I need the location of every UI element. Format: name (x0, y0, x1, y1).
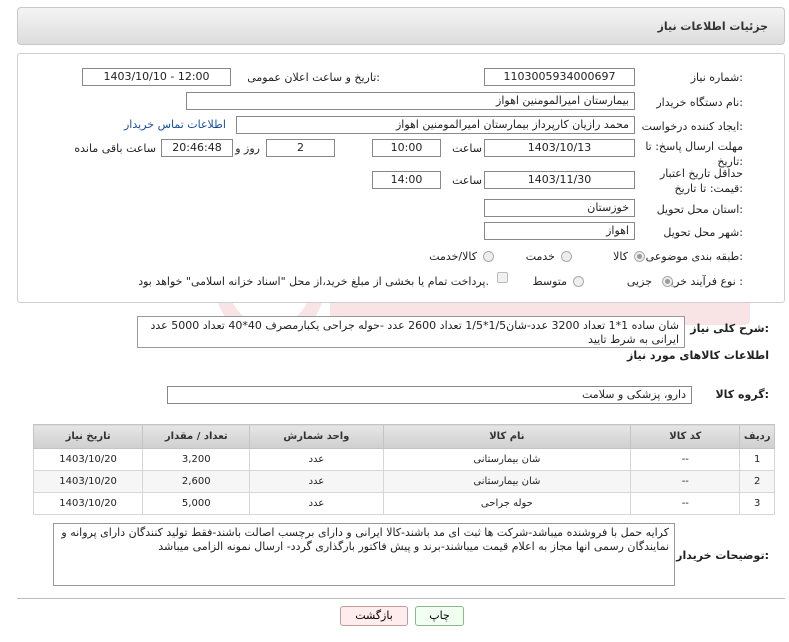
cell-date: 1403/10/20 (32, 470, 144, 493)
goods-section-title: اطلاعات کالاهای مورد نیاز (627, 349, 769, 362)
buyer-notes-text: کرایه حمل با فروشنده میباشد-شرکت ها ثبت … (53, 523, 675, 586)
category-both-radio[interactable] (483, 251, 494, 262)
remaining-time-field: 20:46:48 (161, 139, 233, 157)
col-unit: واحد شمارش (249, 424, 384, 449)
goods-group-field: دارو، پزشکی و سلامت (167, 386, 692, 404)
need-number-field: 1103005934000697 (484, 68, 635, 86)
price-validity-label: حداقل تاریخ اعتبار قیمت: تا تاریخ: (659, 167, 743, 195)
print-button[interactable]: چاپ (415, 606, 464, 626)
validity-time-label: ساعت (452, 174, 482, 187)
remaining-time-label: ساعت باقی مانده (74, 142, 156, 155)
col-date: تاریخ نیاز (32, 424, 144, 449)
cell-code: -- (630, 492, 741, 515)
cell-date: 1403/10/20 (32, 492, 144, 515)
process-medium-label: متوسط (532, 275, 567, 288)
announce-date-label: تاریخ و ساعت اعلان عمومی: (247, 71, 380, 84)
table-header-row: ردیف کد کالا نام کالا واحد شمارش تعداد /… (32, 424, 775, 449)
cell-qty: 5,000 (142, 492, 251, 515)
category-goods-radio[interactable] (634, 251, 645, 262)
cell-code: -- (630, 470, 741, 493)
category-service-label: خدمت (525, 250, 555, 263)
table-row: 3 -- حوله جراحی عدد 5,000 1403/10/20 (32, 492, 775, 515)
cell-date: 1403/10/20 (32, 448, 144, 471)
cell-row: 1 (739, 448, 775, 471)
buyer-notes-label: توضیحات خریدار: (676, 549, 769, 562)
remaining-days-field: 2 (266, 139, 335, 157)
validity-date-field: 1403/11/30 (484, 171, 635, 189)
cell-unit: عدد (249, 470, 384, 493)
cell-qty: 3,200 (142, 448, 251, 471)
category-both-label: کالا/خدمت (429, 250, 477, 263)
table-row: 1 -- شان بیمارستانی عدد 3,200 1403/10/20 (32, 448, 775, 471)
buyer-org-field: بیمارستان امیرالمومنین اهواز (186, 92, 635, 110)
col-qty: تعداد / مقدار (142, 424, 251, 449)
process-type-label: نوع فرآیند خرید : (665, 275, 743, 288)
cell-qty: 2,600 (142, 470, 251, 493)
cell-name: شان بیمارستانی (382, 470, 632, 493)
process-medium-radio[interactable] (573, 276, 584, 287)
footer-divider (17, 598, 785, 599)
table-row: 2 -- شان بیمارستانی عدد 2,600 1403/10/20 (32, 470, 775, 493)
category-label: طبقه بندی موضوعی: (645, 250, 743, 263)
creator-field: محمد رازیان کارپرداز بیمارستان امیرالموم… (236, 116, 635, 134)
city-field: اهواز (484, 222, 635, 240)
reply-time-label: ساعت (452, 142, 482, 155)
page-header: جزئیات اطلاعات نیاز (17, 7, 785, 45)
remaining-days-label: روز و (235, 142, 260, 155)
reply-date-field: 1403/10/13 (484, 139, 635, 157)
province-label: استان محل تحویل: (656, 203, 743, 216)
cell-row: 2 (739, 470, 775, 493)
cell-code: -- (630, 448, 741, 471)
announce-date-field: 1403/10/10 - 12:00 (82, 68, 231, 86)
col-code: کد کالا (630, 424, 741, 449)
category-goods-label: کالا (613, 250, 628, 263)
cell-name: حوله جراحی (382, 492, 632, 515)
treasury-payment-checkbox[interactable] (497, 272, 508, 283)
province-field: خوزستان (484, 199, 635, 217)
creator-label: ایجاد کننده درخواست: (641, 120, 743, 133)
back-button[interactable]: بازگشت (340, 606, 408, 626)
validity-time-field: 14:00 (372, 171, 441, 189)
summary-text: شان ساده 1*1 تعداد 3200 عدد-شان1/5*1/5 ت… (137, 316, 685, 348)
goods-table: ردیف کد کالا نام کالا واحد شمارش تعداد /… (32, 424, 775, 515)
buyer-contact-link[interactable]: اطلاعات تماس خریدار (124, 118, 226, 131)
page-title: جزئیات اطلاعات نیاز (657, 20, 769, 33)
goods-group-label: گروه کالا: (715, 388, 769, 401)
cell-name: شان بیمارستانی (382, 448, 632, 471)
cell-unit: عدد (249, 492, 384, 515)
cell-unit: عدد (249, 448, 384, 471)
col-name: نام کالا (382, 424, 632, 449)
category-service-radio[interactable] (561, 251, 572, 262)
need-number-label: شماره نیاز: (690, 71, 743, 84)
city-label: شهر محل تحویل: (663, 226, 743, 239)
treasury-payment-note: پرداخت تمام یا بخشی از مبلغ خرید،از محل … (138, 275, 489, 288)
cell-row: 3 (739, 492, 775, 515)
process-small-radio[interactable] (662, 276, 673, 287)
summary-label: شرح کلی نیاز: (690, 322, 769, 335)
col-row: ردیف (739, 424, 775, 449)
process-small-label: جزیی (626, 275, 652, 288)
reply-deadline-label: مهلت ارسال پاسخ: تا تاریخ: (645, 140, 743, 168)
buyer-org-label: نام دستگاه خریدار: (656, 96, 743, 109)
reply-time-field: 10:00 (372, 139, 441, 157)
